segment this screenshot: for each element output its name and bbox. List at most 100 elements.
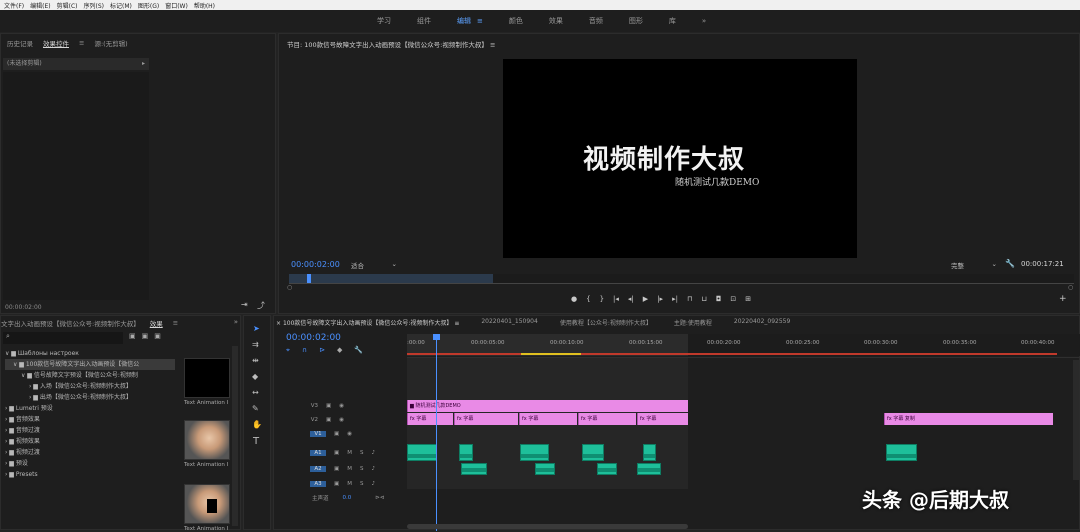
zoom-circle-icon[interactable]: ○: [287, 284, 292, 291]
menu-item[interactable]: 剪辑(C): [57, 1, 78, 10]
workspace-tab[interactable]: 颜色: [509, 16, 523, 26]
solo-button[interactable]: S: [360, 466, 364, 472]
preset-preview-2[interactable]: Text Animation I: [184, 420, 230, 468]
master-volume[interactable]: 0.0: [343, 495, 352, 501]
audio-clip[interactable]: [597, 463, 617, 475]
sync-lock-icon[interactable]: ▣: [334, 431, 339, 437]
sync-lock-icon[interactable]: ▣: [334, 450, 339, 456]
tree-item[interactable]: › ▆ 预设: [5, 458, 175, 469]
v2-clip[interactable]: fx 字幕: [637, 413, 688, 425]
workspace-menu-icon[interactable]: ≡: [477, 17, 483, 25]
32bit-effects-icon[interactable]: ▣: [142, 332, 149, 340]
ripple-edit-icon[interactable]: ⇹: [252, 356, 259, 365]
menu-item[interactable]: 图形(G): [138, 1, 159, 10]
compare-icon[interactable]: ⊞: [745, 295, 751, 303]
preset-preview-1[interactable]: Text Animation I: [184, 358, 230, 406]
step-forward-icon[interactable]: |▸: [657, 295, 663, 303]
audio-clip[interactable]: [407, 444, 437, 461]
go-to-out-icon[interactable]: ▸|: [672, 295, 678, 303]
timeline-tab[interactable]: 主题:使用教程: [674, 318, 712, 327]
program-timecode[interactable]: 00:00:02:00: [291, 260, 340, 269]
tree-item[interactable]: ∨ ▆ Шаблоны настроек: [5, 348, 175, 359]
menu-item[interactable]: 窗口(W): [165, 1, 188, 10]
tab-history[interactable]: 历史记录: [7, 38, 33, 48]
audio-clip[interactable]: [459, 444, 473, 461]
tab-effects[interactable]: 效果: [150, 318, 163, 328]
mic-icon[interactable]: ♪: [371, 450, 375, 456]
tree-item[interactable]: › ▆ 视频过渡: [5, 447, 175, 458]
filter-icon[interactable]: ⇥: [241, 300, 248, 309]
razor-icon[interactable]: ◆: [252, 372, 258, 381]
eye-icon[interactable]: ◉: [339, 403, 344, 409]
lift-icon[interactable]: ⊓: [687, 295, 692, 303]
program-ruler[interactable]: [289, 274, 1074, 284]
audio-clip[interactable]: [461, 463, 487, 475]
tree-item[interactable]: ∨ ▆ 信号故障文字预设【微信公众号:视频制: [5, 370, 175, 381]
v2-clip[interactable]: fx 字幕: [578, 413, 636, 425]
v3-clip[interactable]: ▆ 随机测试几款DEMO: [407, 400, 688, 412]
linked-selection-icon[interactable]: ⊳: [319, 346, 325, 355]
track-label[interactable]: V1: [310, 431, 326, 437]
audio-clip[interactable]: [535, 463, 555, 475]
tree-item[interactable]: › ▆ 音频效果: [5, 414, 175, 425]
workspace-tab[interactable]: 效果: [549, 16, 563, 26]
audio-clip[interactable]: [643, 444, 656, 461]
playhead-handle[interactable]: [433, 334, 440, 340]
audio-clip[interactable]: [520, 444, 549, 461]
more-workspaces-icon[interactable]: »: [702, 17, 706, 25]
panel-menu-icon[interactable]: ≡: [79, 39, 84, 47]
export-frame-icon[interactable]: ◘: [716, 295, 722, 303]
v2-clip[interactable]: fx 字幕: [454, 413, 518, 425]
preset-preview-3[interactable]: Text Animation I: [184, 484, 230, 532]
mark-in-icon[interactable]: {: [586, 295, 590, 303]
step-back-icon[interactable]: ◂|: [628, 295, 634, 303]
timeline-tab[interactable]: × 100款信号故障文字出入动画预设【微信公众号:视频制作大叔】 ≡: [276, 318, 459, 327]
scrollbar[interactable]: [232, 346, 238, 526]
track-label[interactable]: A2: [310, 466, 326, 472]
nest-icon[interactable]: ⌖: [286, 346, 290, 355]
workspace-tab[interactable]: 图形: [629, 16, 643, 26]
selection-tool-icon[interactable]: ➤: [253, 324, 260, 333]
accelerated-effects-icon[interactable]: ▣: [129, 332, 136, 340]
pen-tool-icon[interactable]: ✎: [252, 404, 259, 413]
wrench-icon[interactable]: 🔧: [1005, 259, 1015, 268]
timeline-playhead[interactable]: [436, 334, 437, 531]
playhead[interactable]: [307, 274, 311, 283]
audio-clip[interactable]: [886, 444, 917, 461]
tree-item[interactable]: › ▆ 入场【微信公众号:视频制作大叔】: [5, 381, 175, 392]
type-tool-icon[interactable]: T: [253, 436, 259, 447]
quality-dropdown[interactable]: 完整 ⌄: [951, 260, 997, 270]
snap-icon[interactable]: ∩: [302, 346, 307, 355]
audio-clip[interactable]: [582, 444, 604, 461]
workspace-tab[interactable]: 音频: [589, 16, 603, 26]
audio-clip[interactable]: [637, 463, 661, 475]
sync-lock-icon[interactable]: ▣: [326, 417, 331, 423]
v2-clip[interactable]: fx 字幕: [407, 413, 453, 425]
solo-button[interactable]: S: [360, 481, 364, 487]
camera-icon[interactable]: ⊡: [730, 295, 736, 303]
tab-effect-controls[interactable]: 效果控件: [43, 38, 69, 48]
yuv-effects-icon[interactable]: ▣: [154, 332, 161, 340]
mute-button[interactable]: M: [347, 450, 352, 456]
sync-lock-icon[interactable]: ▣: [334, 481, 339, 487]
mic-icon[interactable]: ♪: [371, 481, 375, 487]
v2-clip[interactable]: fx 字幕: [519, 413, 577, 425]
track-select-icon[interactable]: ⇉: [252, 340, 259, 349]
extract-icon[interactable]: ⊔: [701, 295, 706, 303]
workspace-tab[interactable]: 编辑: [457, 16, 471, 26]
mic-icon[interactable]: ♪: [371, 466, 375, 472]
tree-item[interactable]: › ▆ 出场【微信公众号:视频制作大叔】: [5, 392, 175, 403]
timeline-settings-icon[interactable]: 🔧: [354, 346, 363, 355]
menu-item[interactable]: 文件(F): [4, 1, 24, 10]
sync-lock-icon[interactable]: ▣: [326, 403, 331, 409]
timeline-tab[interactable]: 使用教程【公众号:视频制作大叔】: [560, 318, 652, 327]
workspace-tab[interactable]: 组件: [417, 16, 431, 26]
workspace-tab[interactable]: 库: [669, 16, 676, 26]
v2-clip[interactable]: fx 字幕 复制: [884, 413, 1053, 425]
workspace-tab[interactable]: 学习: [377, 16, 391, 26]
track-label[interactable]: A3: [310, 481, 326, 487]
marker-icon[interactable]: ●: [571, 295, 577, 303]
tree-item[interactable]: › ▆ 音频过渡: [5, 425, 175, 436]
export-icon[interactable]: ⤴: [257, 300, 265, 311]
menu-item[interactable]: 序列(S): [84, 1, 105, 10]
